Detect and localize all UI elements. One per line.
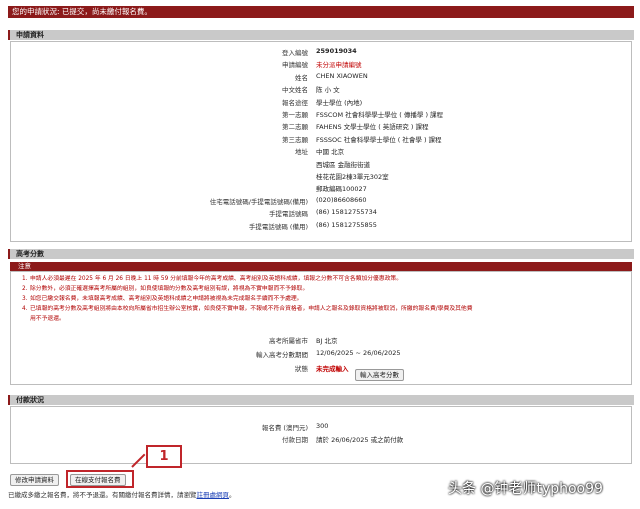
field-value: FSSSOC 社會科學學士學位 ( 社會學 ) 課程 [316, 135, 442, 144]
field-value: BJ 北京 [316, 337, 338, 345]
notice-number: 2. [22, 286, 28, 292]
field-value: FSSCOM 社會科學學士學位 ( 傳播學 ) 課程 [316, 111, 444, 119]
field-value: 中國 北京 [316, 148, 345, 157]
field-label: 手提電話號碼 [269, 210, 308, 219]
field-value: 12/06/2025 ~ 26/06/2025 [316, 349, 401, 357]
field-label: 報名途徑 [282, 98, 308, 107]
field-label: 住宅電話號碼/手提電話號碼(備用) [209, 197, 308, 206]
modify-application-button[interactable]: 修改申請資料 [10, 474, 59, 486]
field-label: 輸入高考分數期間 [256, 351, 308, 359]
section-header-application: 申請資料 [8, 30, 634, 40]
field-value: 未完成輸入 [316, 365, 349, 373]
field-label: 付款日期 [282, 436, 308, 444]
field-value: FAHENS 文學士學位 ( 英語研究 ) 課程 [316, 123, 429, 132]
notice-item: 2. 除分數外，必須正確選擇高考所屬的組別，如良使填報的分數及高考組別有誤，將視為… [22, 285, 622, 293]
field-value: 西城區 金融街街道 [316, 160, 371, 169]
field-label: 狀態 [295, 365, 308, 373]
section-header-payment: 付款狀況 [8, 395, 634, 405]
notice-text: 除分數外，必須正確選擇高考所屬的組別，如良使填報的分數及高考組別有誤，將視為不實… [30, 286, 309, 292]
field-label: 高考所屬省市 [269, 337, 308, 345]
field-value: (86) 15812755734 [316, 208, 377, 217]
field-value: 未分派申請編號 [316, 61, 362, 70]
field-value: 陈 小 文 [316, 86, 340, 95]
notice-item: 4. 已填報的高考分數及高考組別將由本校向所屬省市招生辦公室核實，如良使不實申報，… [22, 305, 622, 313]
notice-text: 如您已繳交報名費，未填報高考成績、高考組別及英語科成績之申請將被視為未完成報名手… [30, 296, 303, 302]
field-label: 第三志願 [282, 135, 308, 144]
field-label: 第一志願 [282, 111, 308, 119]
field-value: 300 [316, 422, 329, 430]
field-label: 第二志願 [282, 123, 308, 132]
field-value: 259019034 [316, 47, 357, 55]
section-header-exam: 高考分數 [8, 249, 634, 259]
field-value: (86) 15812755855 [316, 220, 377, 229]
field-value: 請於 26/06/2025 或之前付款 [316, 436, 404, 444]
notice-header: 注意 [10, 262, 632, 271]
notice-item: 用不予退還。 [22, 315, 622, 323]
notice-number: 1. [22, 276, 28, 282]
notice-item: 3. 如您已繳交報名費，未填報高考成績、高考組別及英語科成績之申請將被視為未完成報… [22, 295, 622, 303]
field-label: 登入編號 [282, 49, 308, 57]
footer-note-end: 。 [229, 491, 236, 499]
footer-note-text: 已繳成多繳之報名費，將不予退還。有關繳付報名費詳情，請瀏覽 [8, 491, 197, 499]
field-value: 學士學位 (內地) [316, 98, 363, 107]
field-label: 地址 [295, 148, 308, 157]
footer-note: 已繳成多繳之報名費，將不予退還。有關繳付報名費詳情，請瀏覽註冊處網頁。 [8, 489, 236, 499]
notice-number: 3. [22, 296, 28, 302]
watermark-text: 头条 @钟老师typhoo99 [448, 481, 603, 497]
field-label: 中文姓名 [282, 86, 308, 95]
field-value: CHEN XIAOWEN [316, 71, 368, 80]
enter-score-button[interactable]: 輸入高考分數 [355, 369, 404, 381]
application-status-bar: 您的申請狀況: 已提交，尚未繳付報名費。 [8, 6, 634, 18]
field-label: 手提電話號碼 (備用) [248, 222, 308, 231]
notice-text: 申請人必須最遲在 2025 年 6 月 26 日晚上 11 時 59 分前填報今… [30, 276, 403, 282]
field-label: 申請編號 [282, 61, 308, 70]
notice-number: 4. [22, 306, 28, 312]
registry-link[interactable]: 註冊處網頁 [197, 491, 230, 499]
callout-number-badge: 1 [146, 445, 182, 468]
field-value: 桂花花園2棟3單元302室 [316, 173, 389, 181]
notice-text: 已填報的高考分數及高考組別將由本校向所屬省市招生辦公室核實，如良使不實申報，不報… [30, 306, 473, 312]
field-value: 郵政編碼100027 [316, 185, 367, 194]
notice-text: 用不予退還。 [30, 316, 65, 322]
pay-button-highlight [66, 470, 134, 488]
field-label: 姓名 [295, 73, 308, 82]
field-label: 報名費 (澳門元) [261, 424, 308, 432]
notice-item: 1. 申請人必須最遲在 2025 年 6 月 26 日晚上 11 時 59 分前填… [22, 275, 622, 283]
field-value: (020)86608660 [316, 195, 367, 204]
